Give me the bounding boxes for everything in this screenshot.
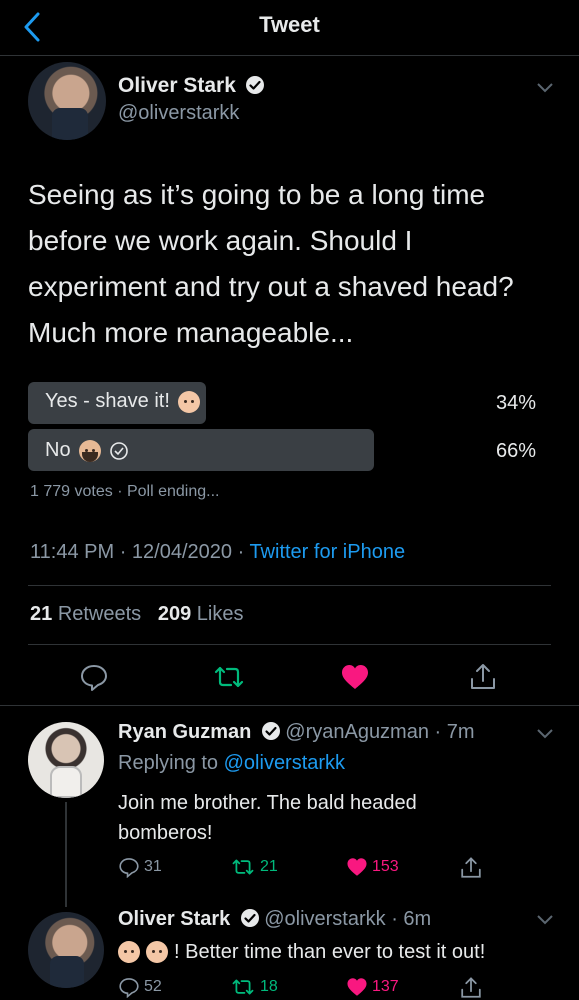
reply-header: Oliver Stark @oliverstarkk · 6m	[118, 908, 431, 931]
tweet-source-link[interactable]: Twitter for iPhone	[249, 541, 405, 563]
author-name[interactable]: Oliver Stark	[118, 74, 236, 97]
bald-face-emoji-icon	[146, 941, 168, 963]
replying-to-handle[interactable]: @oliverstarkk	[224, 752, 345, 774]
retweet-count: 21	[260, 858, 278, 875]
retweet-count: 18	[260, 978, 278, 995]
poll-percent-no: 66%	[495, 440, 536, 462]
reply-icon[interactable]	[79, 662, 109, 692]
poll-option-no: No	[45, 439, 129, 462]
retweet-icon[interactable]	[214, 662, 244, 692]
replying-to: Replying to @oliverstarkk	[118, 752, 345, 775]
reply-count: 31	[144, 858, 162, 875]
author-handle[interactable]: @oliverstarkk	[118, 102, 239, 125]
bearded-face-emoji-icon	[78, 439, 101, 462]
reply-count: 52	[144, 978, 162, 995]
reply-age: 7m	[446, 721, 475, 743]
poll-option-yes: Yes - shave it!	[45, 390, 200, 413]
likes-count: 209	[157, 603, 192, 625]
share-icon[interactable]	[459, 976, 483, 1000]
page-title: Tweet	[259, 12, 320, 37]
verified-badge-icon	[240, 909, 259, 927]
reply-like-action[interactable]: 153	[346, 856, 399, 878]
reply-age: 6m	[403, 908, 432, 930]
chevron-down-icon[interactable]	[536, 914, 554, 926]
likes-stat[interactable]: 209 Likes	[158, 603, 244, 625]
tweet-text: Seeing as it’s going to be a long time b…	[28, 179, 514, 348]
top-bar: Tweet	[0, 0, 579, 56]
reply-like-action[interactable]: 137	[346, 976, 399, 998]
bald-face-emoji-icon	[177, 390, 200, 413]
tweet-timestamp: 11:44 PM · 12/04/2020 · Twitter for iPho…	[30, 541, 405, 564]
meta-separator: ·	[385, 908, 404, 930]
reply-icon	[119, 978, 139, 998]
reply-retweet-action[interactable]: 21	[230, 856, 278, 878]
retweets-stat[interactable]: 21 Retweets	[30, 603, 141, 625]
retweet-icon	[232, 859, 254, 875]
reply-author-handle[interactable]: @ryanAguzman	[285, 721, 429, 743]
selected-check-icon	[109, 441, 128, 460]
heart-icon	[347, 978, 367, 996]
reply-header: Ryan Guzman @ryanAguzman · 7m	[118, 721, 475, 744]
bald-face-emoji-icon	[118, 941, 140, 963]
meta-separator: ·	[237, 541, 250, 563]
poll-option-label: No	[45, 439, 71, 461]
chevron-down-icon[interactable]	[536, 728, 554, 740]
divider	[28, 644, 551, 645]
reply-author-handle[interactable]: @oliverstarkk	[264, 908, 385, 930]
reply-retweet-action[interactable]: 18	[230, 976, 278, 998]
poll-votes: 1 779 votes	[30, 483, 113, 500]
thread-line	[65, 802, 67, 907]
reply-text-line: bomberos!	[118, 822, 213, 844]
share-icon[interactable]	[468, 662, 498, 692]
chevron-down-icon[interactable]	[536, 82, 554, 94]
tweet-stats: 21 Retweets 209 Likes	[30, 603, 244, 626]
reply-text-line: Join me brother. The bald headed	[118, 792, 417, 814]
heart-icon	[347, 858, 367, 876]
tweet-date: 12/04/2020	[131, 541, 233, 563]
poll-status: Poll ending...	[126, 483, 220, 500]
divider	[0, 705, 579, 706]
meta-separator: ·	[119, 541, 132, 563]
retweets-count: 21	[30, 603, 53, 625]
reply-reply-action[interactable]: 52	[118, 976, 162, 998]
reply-text: ! Better time than ever to test it out!	[118, 937, 485, 967]
author-name-row[interactable]: Oliver Stark	[118, 74, 265, 98]
reply-text-content: ! Better time than ever to test it out!	[174, 941, 486, 963]
reply-avatar[interactable]	[28, 912, 104, 988]
divider	[28, 585, 551, 586]
meta-separator: ·	[428, 721, 447, 743]
meta-separator: ·	[117, 483, 127, 500]
author-avatar[interactable]	[28, 62, 106, 140]
likes-label: Likes	[196, 603, 244, 625]
heart-icon[interactable]	[340, 662, 370, 692]
retweets-label: Retweets	[57, 603, 142, 625]
like-count: 137	[372, 978, 399, 995]
reply-reply-action[interactable]: 31	[118, 856, 162, 878]
poll-option-label: Yes - shave it!	[45, 390, 170, 412]
poll-percent-yes: 34%	[495, 392, 536, 414]
reply-author-name[interactable]: Ryan Guzman	[118, 721, 251, 743]
tweet-time: 11:44 PM	[30, 541, 115, 563]
reply-author-name[interactable]: Oliver Stark	[118, 908, 230, 930]
retweet-icon	[232, 979, 254, 995]
share-icon[interactable]	[459, 856, 483, 880]
reply-icon	[119, 858, 139, 878]
reply-avatar[interactable]	[28, 722, 104, 798]
replying-to-prefix: Replying to	[118, 752, 219, 774]
like-count: 153	[372, 858, 399, 875]
verified-badge-icon	[261, 722, 280, 740]
poll-meta: 1 779 votes · Poll ending...	[30, 483, 219, 501]
verified-badge-icon	[246, 76, 265, 94]
